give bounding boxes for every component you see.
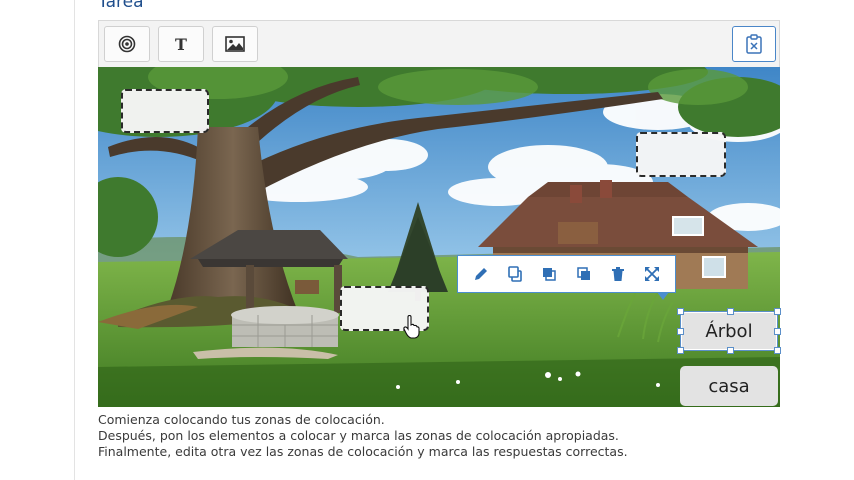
resize-handle[interactable]	[727, 347, 734, 354]
task-title: Tarea	[98, 0, 144, 12]
paste-button[interactable]	[732, 26, 776, 62]
send-to-back-icon	[576, 267, 590, 280]
drop-zone[interactable]	[121, 89, 209, 133]
bring-to-front-button[interactable]	[537, 262, 561, 286]
resize-handle[interactable]	[677, 308, 684, 315]
edit-button[interactable]	[469, 262, 493, 286]
drag-drop-canvas[interactable]: Árbol casa	[98, 67, 781, 407]
draggable-label: casa	[708, 375, 750, 397]
element-context-toolbar	[457, 255, 676, 300]
resize-handle[interactable]	[677, 328, 684, 335]
duplicate-button[interactable]	[503, 262, 527, 286]
pencil-icon	[475, 268, 488, 280]
image-icon	[225, 36, 245, 52]
text-icon: T	[175, 34, 187, 54]
draggable-label: Árbol	[705, 320, 753, 342]
drop-zone[interactable]	[636, 132, 726, 177]
resize-handle[interactable]	[774, 308, 781, 315]
content-left-border	[74, 0, 75, 480]
instruction-line: Después, pon los elementos a colocar y m…	[98, 428, 619, 443]
draggable-item-casa[interactable]: casa	[680, 366, 778, 406]
bring-to-front-icon	[543, 268, 557, 281]
resize-handle[interactable]	[774, 347, 781, 354]
resize-handle[interactable]	[727, 308, 734, 315]
hand-cursor-icon	[403, 315, 420, 339]
add-text-button[interactable]: T	[158, 26, 204, 62]
resize-handle[interactable]	[774, 328, 781, 335]
add-image-button[interactable]	[212, 26, 258, 62]
add-drop-zone-button[interactable]	[104, 26, 150, 62]
expand-icon	[644, 267, 659, 281]
editor-toolbar: T	[98, 20, 780, 67]
resize-handle[interactable]	[677, 347, 684, 354]
drop-zone-icon	[118, 35, 136, 53]
clipboard-paste-icon	[746, 34, 762, 54]
draggable-item-arbol[interactable]: Árbol	[677, 308, 781, 354]
delete-button[interactable]	[606, 262, 630, 286]
trash-icon	[611, 267, 624, 281]
copy-icon	[508, 266, 523, 282]
expand-button[interactable]	[640, 262, 664, 286]
instruction-line: Comienza colocando tus zonas de colocaci…	[98, 412, 385, 427]
send-to-back-button[interactable]	[572, 262, 596, 286]
instruction-line: Finalmente, edita otra vez las zonas de …	[98, 444, 628, 459]
instructions: Comienza colocando tus zonas de colocaci…	[98, 412, 798, 460]
